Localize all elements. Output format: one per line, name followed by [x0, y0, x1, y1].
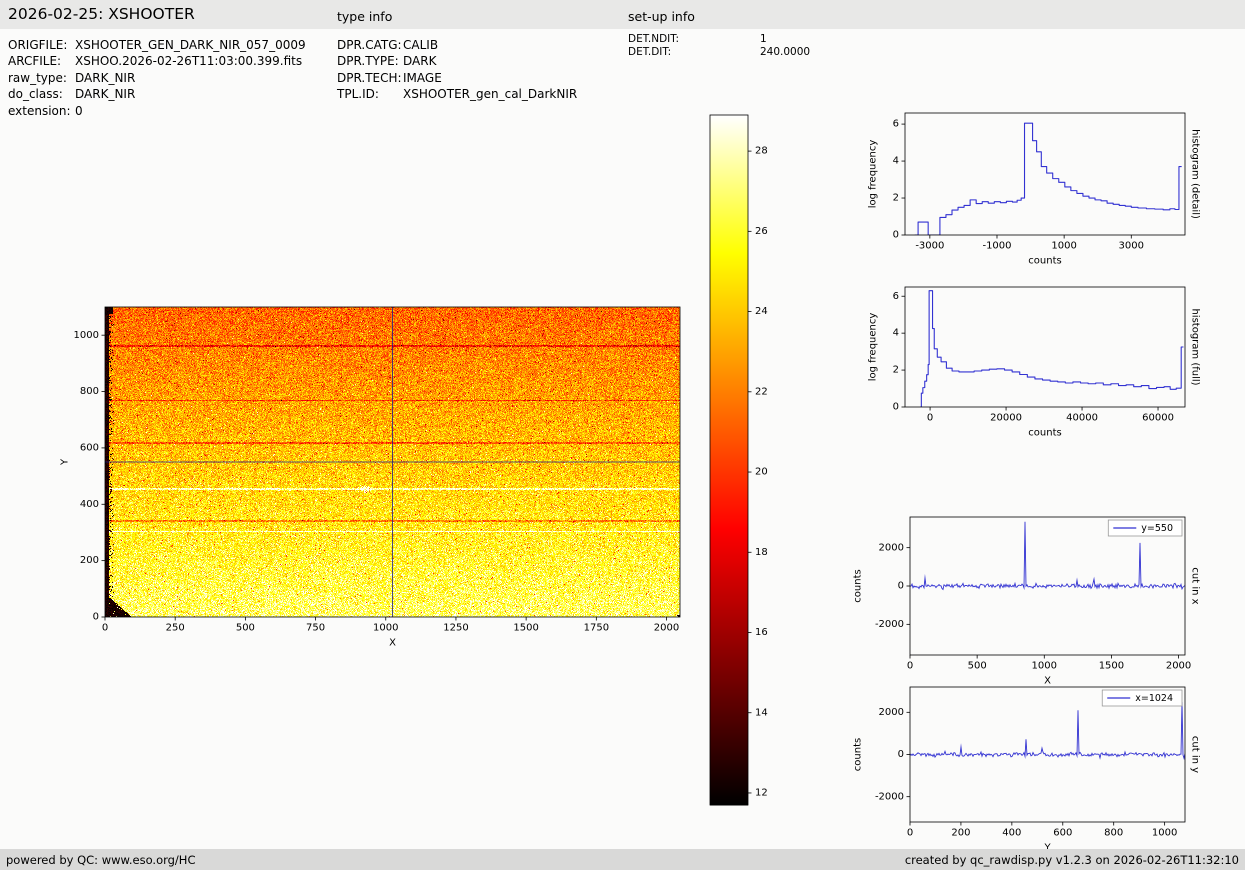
meta-row: extension: 0 — [8, 103, 306, 119]
meta-value: DARK_NIR — [75, 87, 136, 102]
meta-value: 240.0000 — [760, 46, 811, 58]
meta-row: ARCFILE: XSHOO.2026-02-26T11:03:00.399.fi… — [8, 53, 306, 69]
meta-label: DPR.TYPE: — [337, 54, 399, 69]
meta-label: DET.NDIT: — [628, 33, 680, 45]
meta-label: extension: — [8, 103, 71, 118]
meta-row: DPR.TYPE: DARK — [337, 53, 577, 69]
meta-row: TPL.ID: XSHOOTER_gen_cal_DarkNIR — [337, 86, 577, 102]
meta-label: raw_type: — [8, 70, 67, 85]
type-info-block: DPR.CATG: CALIB DPR.TYPE: DARK DPR.TECH: IM… — [337, 37, 577, 103]
histogram-detail-chart — [830, 100, 1245, 275]
meta-label: TPL.ID: — [337, 87, 379, 102]
type-info-heading: type info — [337, 9, 393, 24]
footer-bar: powered by QC: www.eso.org/HC created by… — [0, 849, 1245, 870]
meta-value: XSHOOTER_gen_cal_DarkNIR — [403, 87, 578, 102]
meta-label: ORIGFILE: — [8, 38, 68, 52]
setup-info-heading: set-up info — [628, 9, 695, 24]
header-bar: 2026-02-25: XSHOOTER type info set-up in… — [0, 0, 1245, 29]
meta-value: 0 — [75, 103, 83, 118]
meta-row: do_class: DARK_NIR — [8, 86, 306, 102]
cut-in-x-chart — [830, 505, 1245, 690]
meta-label: DET.DIT: — [628, 46, 672, 58]
meta-value: CALIB — [403, 38, 439, 52]
meta-value: IMAGE — [403, 70, 442, 85]
histogram-full-chart — [830, 272, 1245, 447]
meta-row: DPR.TECH: IMAGE — [337, 70, 577, 86]
meta-row: DET.DIT: 240.0000 — [628, 46, 810, 59]
cut-in-y-chart — [830, 675, 1245, 860]
meta-row: DPR.CATG: CALIB — [337, 37, 577, 53]
meta-value: DARK_NIR — [75, 70, 136, 85]
raw-image-heatmap — [55, 295, 705, 665]
colorbar — [705, 108, 790, 808]
meta-label: ARCFILE: — [8, 54, 62, 69]
page-title: 2026-02-25: XSHOOTER — [8, 5, 195, 23]
meta-label: DPR.CATG: — [337, 38, 402, 52]
meta-value: DARK — [403, 54, 437, 69]
meta-label: do_class: — [8, 87, 63, 102]
meta-row: ORIGFILE: XSHOOTER_GEN_DARK_NIR_057_0009 — [8, 37, 306, 53]
meta-row: raw_type: DARK_NIR — [8, 70, 306, 86]
footer-right-text: created by qc_rawdisp.py v1.2.3 on 2026-… — [904, 852, 1239, 867]
footer-left-text: powered by QC: www.eso.org/HC — [6, 852, 196, 867]
setup-info-block: DET.NDIT: 1 DET.DIT: 240.0000 — [628, 33, 810, 59]
file-info-block: ORIGFILE: XSHOOTER_GEN_DARK_NIR_057_0009 … — [8, 37, 306, 119]
meta-row: DET.NDIT: 1 — [628, 33, 810, 46]
meta-value: XSHOO.2026-02-26T11:03:00.399.fits — [75, 54, 303, 69]
meta-value: 1 — [760, 33, 767, 45]
meta-value: XSHOOTER_GEN_DARK_NIR_057_0009 — [75, 38, 306, 52]
meta-label: DPR.TECH: — [337, 70, 402, 85]
